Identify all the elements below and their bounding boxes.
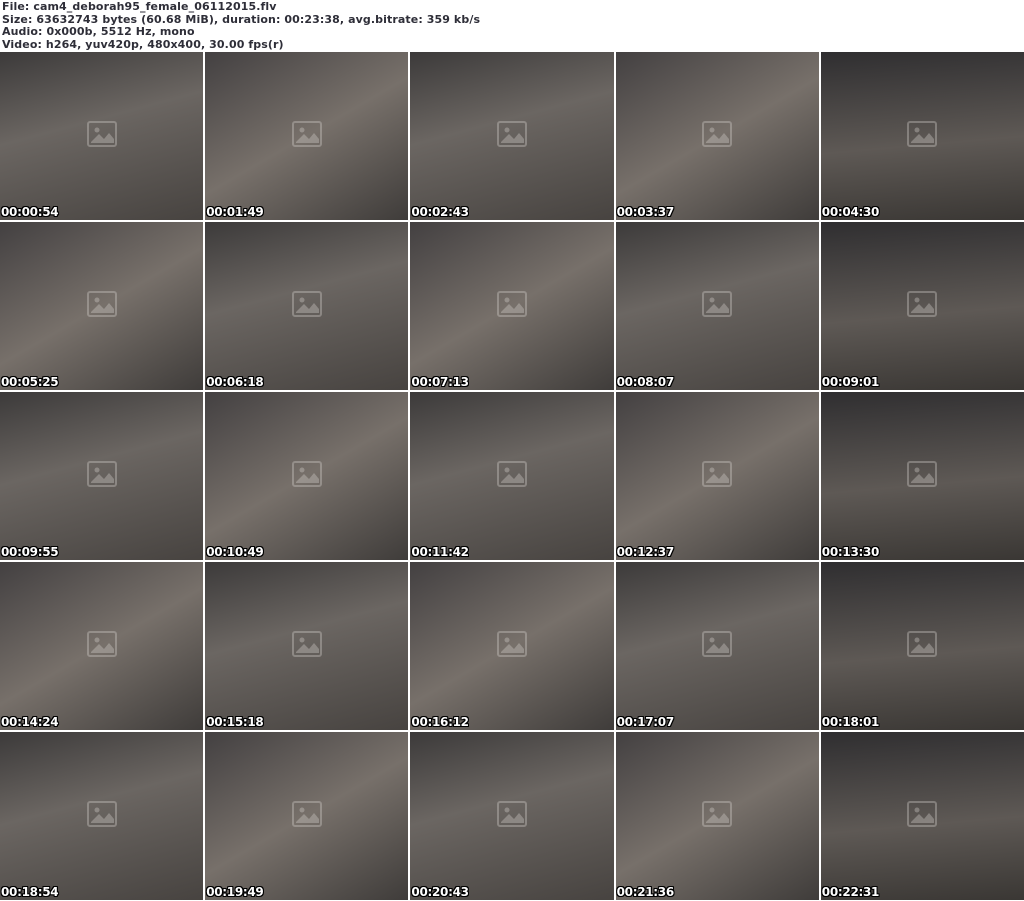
video-frame-thumbnail: 00:01:49	[205, 52, 409, 220]
video-frame-thumbnail: 00:20:43	[410, 732, 614, 900]
frame-timestamp: 00:02:43	[411, 205, 469, 219]
frame-timestamp: 00:03:37	[616, 205, 675, 219]
video-frame-icon	[291, 121, 322, 151]
video-frame-thumbnail: 00:15:18	[205, 562, 409, 730]
video-frame-thumbnail: 00:14:24	[0, 562, 204, 730]
video-frame-thumbnail: 00:13:30	[820, 392, 1024, 560]
video-frame-icon	[496, 801, 527, 831]
frame-timestamp: 00:18:01	[821, 715, 880, 729]
frame-timestamp: 00:22:31	[821, 885, 880, 899]
video-frame-thumbnail: 00:07:13	[410, 222, 614, 390]
frame-timestamp: 00:06:18	[206, 375, 264, 389]
video-frame-thumbnail: 00:00:54	[0, 52, 204, 220]
frame-timestamp: 00:20:43	[411, 885, 469, 899]
video-frame-icon	[291, 631, 322, 661]
video-frame-icon	[86, 461, 117, 491]
video-frame-thumbnail: 00:19:49	[205, 732, 409, 900]
contact-sheet: File: cam4_deborah95_female_06112015.flv…	[0, 0, 1024, 901]
audio-info-line: Audio: 0x000b, 5512 Hz, mono	[2, 25, 195, 38]
frame-timestamp: 00:10:49	[206, 545, 264, 559]
frame-timestamp: 00:16:12	[411, 715, 469, 729]
video-frame-thumbnail: 00:05:25	[0, 222, 204, 390]
video-frame-thumbnail: 00:08:07	[615, 222, 819, 390]
frame-timestamp: 00:15:18	[206, 715, 264, 729]
video-frame-thumbnail: 00:04:30	[820, 52, 1024, 220]
video-frame-thumbnail: 00:16:12	[410, 562, 614, 730]
frame-timestamp: 00:14:24	[1, 715, 59, 729]
video-frame-icon	[702, 461, 733, 491]
frame-timestamp: 00:08:07	[616, 375, 675, 389]
frame-timestamp: 00:18:54	[1, 885, 59, 899]
video-frame-icon	[702, 121, 733, 151]
frame-timestamp: 00:00:54	[1, 205, 59, 219]
video-frame-icon	[86, 631, 117, 661]
frame-timestamp: 00:11:42	[411, 545, 469, 559]
video-frame-icon	[702, 801, 733, 831]
video-frame-thumbnail: 00:02:43	[410, 52, 614, 220]
media-info-header: File: cam4_deborah95_female_06112015.flv…	[0, 0, 1024, 52]
video-frame-thumbnail: 00:22:31	[820, 732, 1024, 900]
frame-timestamp: 00:13:30	[821, 545, 880, 559]
video-frame-icon	[907, 461, 938, 491]
video-frame-icon	[291, 291, 322, 321]
video-frame-thumbnail: 00:03:37	[615, 52, 819, 220]
frame-timestamp: 00:01:49	[206, 205, 264, 219]
video-frame-thumbnail: 00:17:07	[615, 562, 819, 730]
video-frame-icon	[86, 801, 117, 831]
video-frame-thumbnail: 00:21:36	[615, 732, 819, 900]
video-frame-icon	[907, 121, 938, 151]
frame-timestamp: 00:17:07	[616, 715, 675, 729]
video-frame-icon	[496, 291, 527, 321]
video-frame-icon	[702, 291, 733, 321]
video-frame-thumbnail: 00:18:01	[820, 562, 1024, 730]
video-frame-icon	[86, 121, 117, 151]
video-frame-icon	[496, 631, 527, 661]
frame-timestamp: 00:19:49	[206, 885, 264, 899]
video-frame-thumbnail: 00:06:18	[205, 222, 409, 390]
video-frame-thumbnail: 00:18:54	[0, 732, 204, 900]
video-frame-icon	[496, 461, 527, 491]
video-info-line: Video: h264, yuv420p, 480x400, 30.00 fps…	[2, 37, 284, 51]
video-frame-icon	[907, 631, 938, 661]
video-frame-thumbnail: 00:09:01	[820, 222, 1024, 390]
video-frame-icon	[907, 291, 938, 321]
video-frame-icon	[907, 801, 938, 831]
file-name-line: File: cam4_deborah95_female_06112015.flv	[2, 0, 277, 13]
frame-timestamp: 00:21:36	[616, 885, 675, 899]
video-frame-icon	[291, 801, 322, 831]
video-frame-thumbnail: 00:12:37	[615, 392, 819, 560]
video-frame-icon	[291, 461, 322, 491]
video-frame-icon	[86, 291, 117, 321]
video-frame-thumbnail: 00:10:49	[205, 392, 409, 560]
frame-timestamp: 00:12:37	[616, 545, 675, 559]
frame-timestamp: 00:09:55	[1, 545, 59, 559]
frame-timestamp: 00:07:13	[411, 375, 469, 389]
frame-timestamp: 00:04:30	[821, 205, 880, 219]
video-frame-icon	[702, 631, 733, 661]
video-frame-icon	[496, 121, 527, 151]
frame-timestamp: 00:09:01	[821, 375, 880, 389]
thumbnail-grid: 00:00:54 00:01:49 00:02:43 00:03:37 00:04:30…	[0, 52, 1024, 900]
frame-timestamp: 00:05:25	[1, 375, 59, 389]
video-frame-thumbnail: 00:09:55	[0, 392, 204, 560]
video-frame-thumbnail: 00:11:42	[410, 392, 614, 560]
